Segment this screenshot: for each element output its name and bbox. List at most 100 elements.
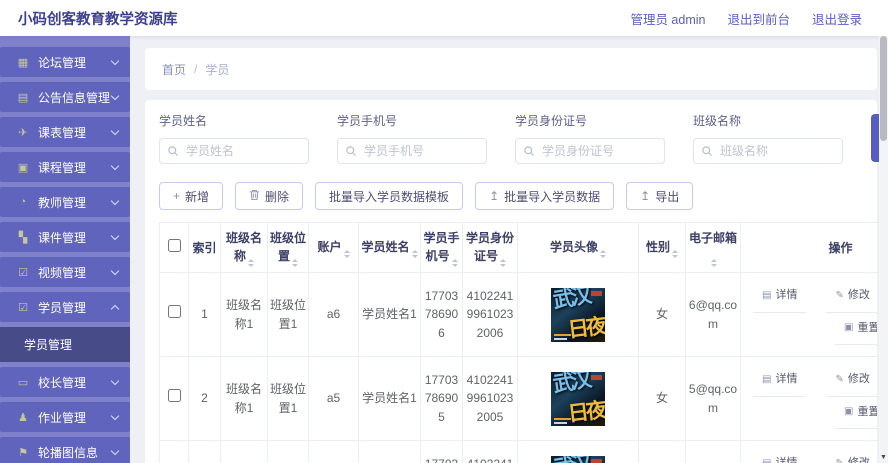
cell-class-name: 班级名称1 [220, 440, 268, 463]
student-idcard-input[interactable] [515, 138, 665, 164]
header-class-pos[interactable]: 班级位置 [267, 222, 309, 273]
cell-ops: ▤详情 ✎修改 ▣重置密码 [740, 440, 877, 463]
sidebar-item-label: 轮播图信息 [38, 445, 99, 460]
scrollbar-thumb[interactable] [880, 36, 887, 141]
sidebar-subitem-students-active[interactable]: 学员管理 [0, 327, 130, 362]
delete-button[interactable]: 删除 [235, 182, 304, 210]
header-gender[interactable]: 性别 [638, 222, 686, 273]
header-phone[interactable]: 学员手机号 [420, 222, 463, 273]
edit-button[interactable]: ✎修改 [826, 368, 877, 397]
exit-to-front-link[interactable]: 退出到前台 [727, 9, 790, 28]
row-select-checkbox[interactable] [167, 389, 181, 403]
sidebar-item-principals[interactable]: ▭ 校长管理 [0, 367, 130, 397]
scrollbar-down-arrow-icon[interactable]: ▼ [879, 454, 888, 461]
students-table: 索引 班级名称 班级位置 账户 学员姓名 学员手机号 学员身份证号 学员头像 性… [159, 222, 877, 463]
paper-plane-icon: ✈ [18, 126, 28, 139]
checkbox-icon: ☑ [18, 301, 28, 314]
sidebar-item-carousel[interactable]: ⚑ 轮播图信息 [0, 437, 130, 463]
sidebar-item-timetable[interactable]: ✈ 课表管理 [0, 117, 130, 147]
student-phone-input[interactable] [337, 138, 487, 164]
import-template-label: 批量导入学员数据模板 [329, 189, 450, 204]
reset-password-button[interactable]: ▣重置密码 [835, 401, 877, 429]
select-all-checkbox[interactable] [167, 238, 181, 252]
cell-gender: 女 [638, 356, 686, 441]
cell-gender: 女 [638, 440, 686, 463]
detail-button[interactable]: ▤详情 [753, 284, 807, 313]
document-icon: ▣ [844, 406, 854, 418]
export-button[interactable]: ↥ 导出 [626, 182, 694, 210]
poster-caption-bar [554, 417, 571, 420]
chevron-down-icon [110, 161, 120, 170]
edit-button[interactable]: ✎修改 [826, 284, 877, 313]
student-avatar-image[interactable]: 武汉 日夜 [551, 287, 605, 342]
cell-email: 6@qq.com [685, 272, 741, 357]
filter-label: 学员身份证号 [515, 114, 588, 128]
cell-name: 学员姓名1 [358, 440, 421, 463]
header-name[interactable]: 学员姓名 [358, 222, 421, 273]
document-icon: ▤ [762, 456, 771, 463]
sidebar-item-label: 视频管理 [38, 265, 87, 280]
cell-id-no: 410224199610232004 [462, 440, 518, 463]
chevron-down-icon [110, 91, 120, 100]
reset-password-button[interactable]: ▣重置密码 [835, 317, 877, 345]
breadcrumb-current: 学员 [205, 62, 230, 77]
app-title: 小码创客教育教学资源库 [18, 11, 178, 28]
student-name-input[interactable] [159, 138, 309, 164]
sort-icon [248, 258, 254, 267]
sort-icon [711, 258, 717, 267]
sort-icon [451, 258, 458, 267]
import-template-button[interactable]: 批量导入学员数据模板 [315, 182, 464, 210]
table-header-row: 索引 班级名称 班级位置 账户 学员姓名 学员手机号 学员身份证号 学员头像 性… [159, 222, 877, 273]
sidebar-item-teachers[interactable]: ◔ 教师管理 [0, 187, 130, 217]
add-button-label: 新增 [185, 189, 210, 204]
sidebar-item-videos[interactable]: ☑ 视频管理 [0, 257, 130, 287]
header-ops: 操作 [740, 222, 877, 273]
cell-ops: ▤详情 ✎修改 ▣重置密码 [740, 272, 877, 357]
admin-user-link[interactable]: 管理员 admin [630, 9, 705, 28]
sidebar-item-homework[interactable]: ♟ 作业管理 [0, 402, 130, 432]
poster-red-tag [591, 458, 602, 463]
sidebar-item-students[interactable]: ☑ 学员管理 [0, 292, 130, 322]
cell-class-name: 班级名称1 [220, 272, 268, 357]
header-select-cell [159, 222, 189, 273]
poster-red-tag [591, 374, 602, 380]
logout-link[interactable]: 退出登录 [812, 9, 862, 28]
detail-button[interactable]: ▤详情 [753, 452, 806, 463]
add-button[interactable]: + 新增 [159, 182, 224, 210]
upload-icon: ↥ [489, 189, 500, 203]
sidebar-item-forum[interactable]: ▦ 论坛管理 [0, 47, 130, 77]
detail-button[interactable]: ▤详情 [753, 368, 807, 397]
header-email[interactable]: 电子邮箱 [685, 222, 741, 273]
class-name-input[interactable] [693, 138, 843, 164]
cell-phone: 17703786904 [420, 440, 463, 463]
header-class-name[interactable]: 班级名称 [220, 222, 268, 273]
poster-red-tag [591, 290, 602, 296]
breadcrumb-home[interactable]: 首页 [162, 61, 186, 78]
sidebar-item-courseware[interactable]: ▚ 课件管理 [0, 222, 130, 252]
sidebar-item-courses[interactable]: ▣ 课程管理 [0, 152, 130, 182]
student-avatar-image[interactable]: 武汉 日夜 [551, 371, 605, 426]
header-avatar[interactable]: 学员头像 [517, 222, 639, 273]
clock-icon: ◔ [19, 196, 27, 208]
student-avatar-image[interactable]: 武汉 日夜 [551, 455, 605, 463]
pencil-icon: ✎ [835, 456, 843, 463]
chevron-down-icon [110, 126, 120, 135]
cell-class-pos: 班级位置1 [267, 440, 309, 463]
edit-button[interactable]: ✎修改 [826, 452, 877, 463]
chevron-down-icon [110, 266, 120, 275]
sidebar-item-label: 教师管理 [38, 195, 87, 210]
header-id-no[interactable]: 学员身份证号 [462, 222, 518, 273]
cell-index: 2 [188, 356, 221, 441]
breadcrumb-separator: / [194, 62, 198, 76]
row-select-checkbox[interactable] [167, 305, 181, 319]
search-icon [345, 144, 357, 162]
header-account[interactable]: 账户 [308, 222, 359, 273]
filter-student-name: 学员姓名 [159, 112, 309, 164]
cell-account: a5 [308, 356, 359, 441]
students-table-wrap: 索引 班级名称 班级位置 账户 学员姓名 学员手机号 学员身份证号 学员头像 性… [159, 222, 877, 463]
sidebar-item-announcements[interactable]: ▤ 公告信息管理 [0, 82, 130, 112]
import-data-button[interactable]: ↥ 批量导入学员数据 [475, 182, 615, 210]
grid-icon: ▦ [17, 56, 29, 69]
import-data-label: 批量导入学员数据 [504, 189, 601, 204]
filter-student-phone: 学员手机号 [337, 112, 487, 164]
